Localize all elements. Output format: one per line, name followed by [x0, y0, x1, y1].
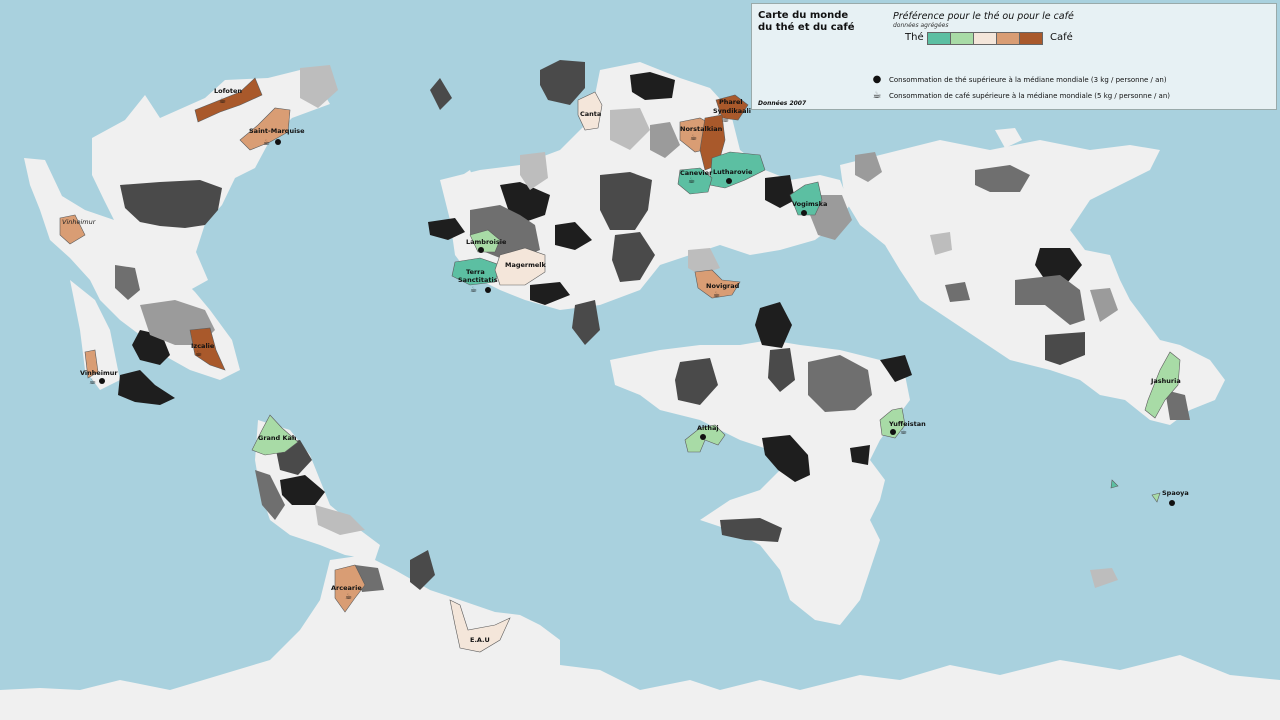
- coffee-cup-icon: ☕: [263, 138, 270, 147]
- label-jashuria: Jashuria: [1150, 377, 1181, 385]
- legend: Carte du monde du thé et du café Données…: [751, 3, 1277, 110]
- teapot-icon: [801, 210, 807, 216]
- teapot-icon: [726, 178, 732, 184]
- teapot-icon: [890, 429, 896, 435]
- coffee-cup-icon: ☕: [688, 176, 695, 185]
- label-canta: Canta: [580, 110, 601, 118]
- teapot-icon: ●: [872, 74, 882, 85]
- teapot-icon: [700, 434, 706, 440]
- label-sanctitatis: Sanctitatis: [458, 276, 498, 284]
- label-norstalkian: Norstalkian: [680, 125, 723, 133]
- label-vinheimur: Vinheimur: [80, 369, 118, 377]
- data-year: Données 2007: [758, 100, 807, 107]
- scale-title: Préférence pour le thé ou pour le café: [893, 11, 1074, 22]
- legend-coffee-text: Consommation de café supérieure à la méd…: [889, 91, 1171, 100]
- label-canevier: Canevier: [680, 169, 713, 177]
- label-vinheimur-north: Vinheimur: [62, 218, 97, 226]
- teapot-icon: [99, 378, 105, 384]
- coffee-cup-icon: ☕: [345, 592, 352, 601]
- swatch-tea-strong: [927, 32, 951, 45]
- label-saint-marquise: Saint-Marquise: [249, 127, 305, 135]
- label-grand-kah: Grand Kah: [258, 434, 297, 442]
- label-spaoya: Spaoya: [1162, 489, 1189, 497]
- scale-label-tea: Thé: [905, 32, 924, 43]
- coffee-cup-icon: ☕: [89, 377, 96, 386]
- teapot-icon: [485, 287, 491, 293]
- label-arcearie: Arcearie: [331, 584, 362, 592]
- label-novigrad: Novigrad: [706, 282, 740, 290]
- coffee-cup-icon: ☕: [195, 349, 202, 358]
- label-lofoten: Lofoten: [214, 87, 242, 95]
- label-althaj: Althaj: [697, 424, 719, 432]
- label-magermelk: Magermelk: [505, 261, 547, 269]
- label-vogimska: Vogimska: [792, 200, 827, 208]
- color-scale: [927, 32, 1043, 45]
- scale-subtitle: données agrégées: [893, 22, 949, 29]
- coffee-cup-icon: ☕: [690, 133, 697, 142]
- swatch-coffee-light: [996, 32, 1020, 45]
- coffee-cup-icon: ☕: [872, 90, 882, 101]
- swatch-tea-light: [950, 32, 974, 45]
- label-terra: Terra: [466, 268, 485, 276]
- label-syndikaali: Syndikaali: [713, 107, 751, 115]
- coffee-cup-icon: ☕: [722, 115, 729, 124]
- label-lambroisie: Lambroisie: [466, 238, 507, 246]
- label-pharel: Pharel: [719, 98, 743, 106]
- legend-tea-row: ● Consommation de thé supérieure à la mé…: [870, 74, 1167, 85]
- swatch-coffee-strong: [1019, 32, 1043, 45]
- map-title: Carte du monde du thé et du café: [758, 10, 855, 33]
- teapot-icon: [478, 247, 484, 253]
- teapot-icon: [275, 139, 281, 145]
- legend-tea-text: Consommation de thé supérieure à la médi…: [889, 75, 1167, 84]
- teapot-icon: [1169, 500, 1175, 506]
- coffee-cup-icon: ☕: [713, 290, 720, 299]
- coffee-cup-icon: ☕: [470, 285, 477, 294]
- swatch-neutral: [973, 32, 997, 45]
- coffee-cup-icon: ☕: [219, 96, 226, 105]
- coffee-cup-icon: ☕: [900, 427, 907, 436]
- label-eau: E.A.U: [470, 636, 490, 644]
- scale-label-coffee: Café: [1050, 32, 1073, 43]
- label-lutharovie: Lutharovie: [713, 168, 753, 176]
- legend-coffee-row: ☕ Consommation de café supérieure à la m…: [870, 90, 1171, 101]
